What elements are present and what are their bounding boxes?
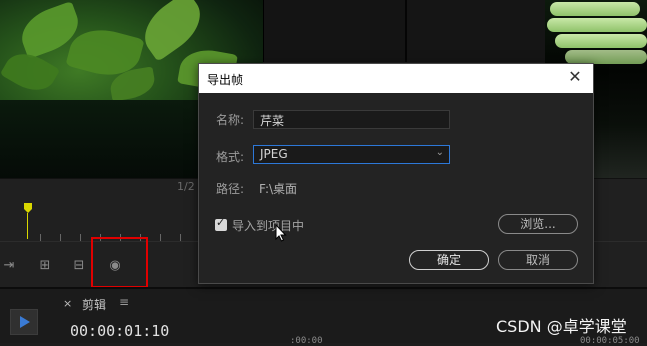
export-frame-highlight <box>91 237 148 288</box>
insert-icon[interactable]: ⊞ <box>36 259 54 273</box>
overwrite-icon[interactable]: ⊟ <box>70 259 88 273</box>
ruler-timecode: 00:00:05:00 <box>580 336 640 346</box>
secondary-monitor-panel <box>405 0 547 62</box>
dialog-titlebar: 导出帧 ✕ <box>199 64 593 93</box>
current-timecode[interactable]: 00:00:01:10 <box>70 322 169 340</box>
sequence-tab[interactable]: 剪辑 <box>82 296 106 313</box>
watermark: CSDN @卓学课堂 <box>496 317 627 336</box>
name-label: 名称: <box>216 113 245 127</box>
export-frame-dialog: 导出帧 ✕ 名称: 芹菜 格式: JPEG ⌄ 路径: F:\桌面 导入到项目中… <box>198 63 594 284</box>
playhead-marker[interactable] <box>24 203 32 213</box>
close-icon[interactable]: × <box>63 297 72 310</box>
format-select[interactable]: JPEG ⌄ <box>253 145 450 164</box>
cancel-button[interactable]: 取消 <box>498 250 578 270</box>
dialog-title: 导出帧 <box>207 73 244 87</box>
close-icon[interactable]: ✕ <box>567 68 583 86</box>
playhead-line <box>27 213 28 239</box>
browse-button[interactable]: 浏览... <box>498 214 578 234</box>
import-label[interactable]: 导入到项目中 <box>232 217 304 234</box>
format-value: JPEG <box>260 147 288 161</box>
import-checkbox[interactable] <box>215 216 227 231</box>
step-forward-icon[interactable]: ⇥ <box>0 259 18 273</box>
source-monitor-panel <box>263 0 406 62</box>
ok-button[interactable]: 确定 <box>409 250 489 270</box>
chevron-down-icon: ⌄ <box>435 147 444 158</box>
menu-icon[interactable]: ≡ <box>119 295 129 309</box>
mouse-cursor-icon <box>275 223 287 242</box>
resolution-label: 1/2 <box>177 180 195 193</box>
name-input[interactable]: 芹菜 <box>253 110 450 129</box>
path-label: 路径: <box>216 182 245 196</box>
format-label: 格式: <box>216 150 245 164</box>
selection-tool-button[interactable] <box>10 309 38 335</box>
ruler-timecode: :00:00 <box>290 336 323 346</box>
path-value: F:\桌面 <box>259 182 298 196</box>
